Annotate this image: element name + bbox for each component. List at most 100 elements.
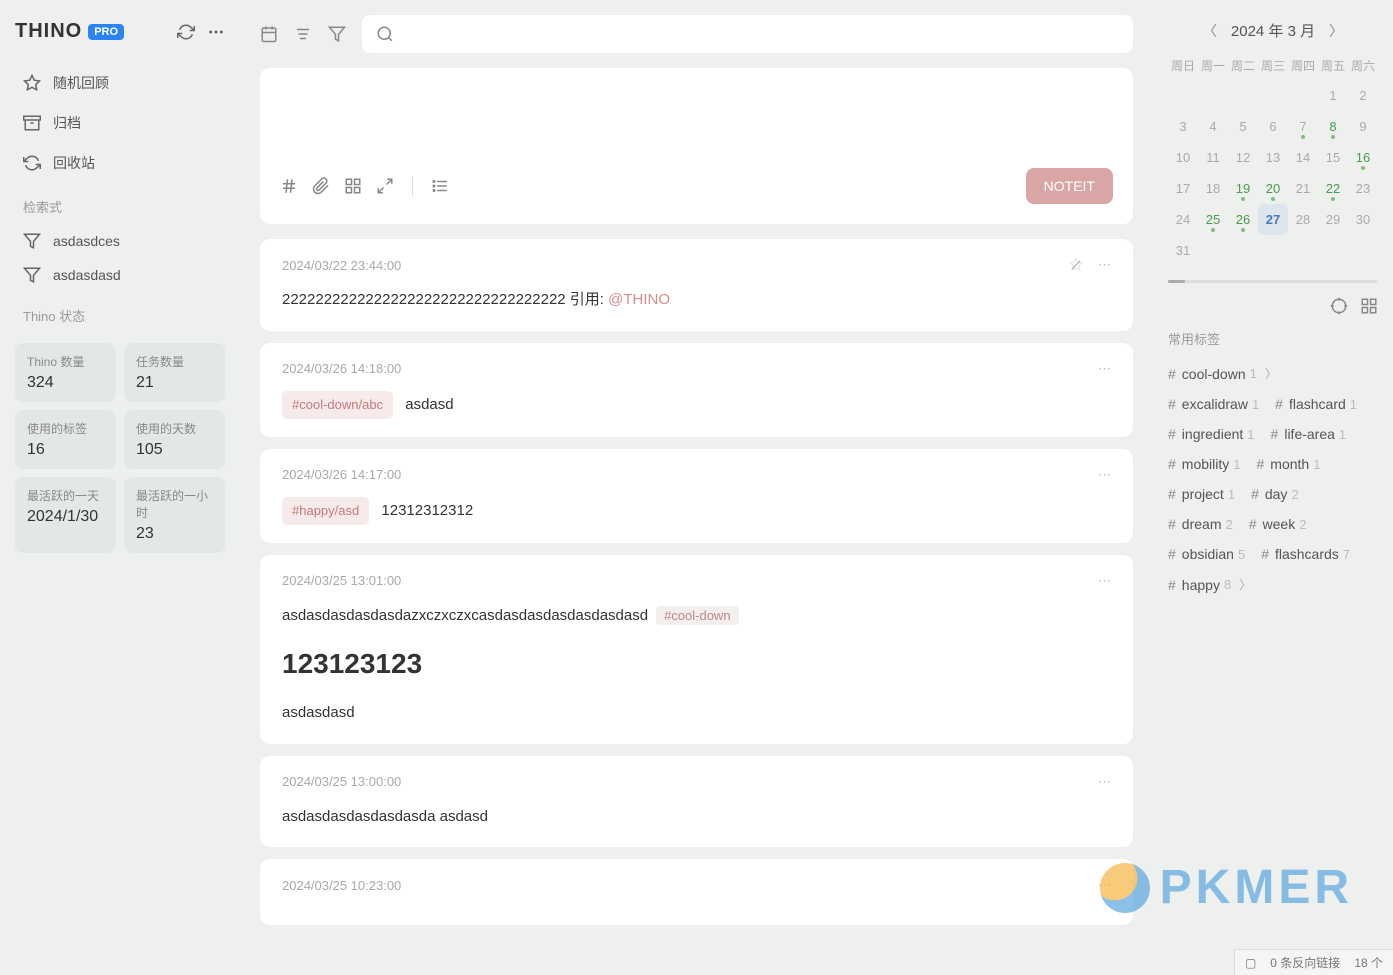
tag-item-flashcards[interactable]: #flashcards 7 bbox=[1261, 539, 1350, 569]
backlinks-count[interactable]: 0 条反向链接 bbox=[1270, 954, 1340, 971]
memo-more-icon[interactable]: ⋯ bbox=[1098, 257, 1111, 273]
calendar-icon[interactable] bbox=[260, 25, 278, 43]
memo-more-icon[interactable]: ⋯ bbox=[1098, 774, 1111, 790]
word-count[interactable]: 18 个 bbox=[1354, 954, 1383, 971]
cal-dow: 周四 bbox=[1288, 51, 1318, 80]
stat-label: 最活跃的一小时 bbox=[136, 487, 213, 521]
cal-day[interactable]: 2 bbox=[1348, 80, 1378, 111]
cal-day[interactable]: 8 bbox=[1318, 111, 1348, 142]
cal-day[interactable]: 21 bbox=[1288, 173, 1318, 204]
tag-item-mobility[interactable]: #mobility 1 bbox=[1168, 449, 1241, 479]
filter-label: asdasdces bbox=[53, 233, 120, 249]
cal-day[interactable]: 11 bbox=[1198, 142, 1228, 173]
cal-title: 2024 年 3 月 bbox=[1231, 20, 1315, 41]
cal-day[interactable]: 31 bbox=[1168, 235, 1198, 266]
cal-day[interactable]: 6 bbox=[1258, 111, 1288, 142]
tag-name: obsidian bbox=[1182, 546, 1234, 562]
cal-day[interactable]: 13 bbox=[1258, 142, 1288, 173]
filter-item-1[interactable]: asdasdasd bbox=[15, 258, 225, 292]
cal-day[interactable]: 29 bbox=[1318, 204, 1348, 235]
cal-day[interactable]: 25 bbox=[1198, 204, 1228, 235]
filter-item-0[interactable]: asdasdces bbox=[15, 224, 225, 258]
cal-day[interactable]: 10 bbox=[1168, 142, 1198, 173]
cal-day[interactable]: 26 bbox=[1228, 204, 1258, 235]
tag-chip[interactable]: #cool-down/abc bbox=[282, 391, 393, 419]
pin-icon[interactable] bbox=[1068, 257, 1084, 273]
editor-input[interactable] bbox=[280, 88, 1113, 148]
cal-day[interactable]: 22 bbox=[1318, 173, 1348, 204]
cal-day[interactable]: 24 bbox=[1168, 204, 1198, 235]
attach-icon[interactable] bbox=[312, 177, 330, 195]
cal-day[interactable]: 30 bbox=[1348, 204, 1378, 235]
tag-item-life-area[interactable]: #life-area 1 bbox=[1271, 419, 1347, 449]
mention[interactable]: @THINO bbox=[608, 291, 670, 308]
hash-icon[interactable] bbox=[280, 177, 298, 195]
tag-chip[interactable]: #happy/asd bbox=[282, 497, 369, 525]
list-icon[interactable] bbox=[294, 25, 312, 43]
tag-item-cool-down[interactable]: #cool-down 1〉 bbox=[1168, 358, 1277, 389]
cal-day[interactable]: 27 bbox=[1258, 204, 1288, 235]
tag-item-obsidian[interactable]: #obsidian 5 bbox=[1168, 539, 1245, 569]
memo-more-icon[interactable]: ⋯ bbox=[1098, 467, 1111, 483]
stat-value: 21 bbox=[136, 374, 213, 392]
tag-count: 7 bbox=[1343, 547, 1350, 562]
memo-more-icon[interactable]: ⋯ bbox=[1098, 877, 1111, 893]
more-icon[interactable] bbox=[207, 23, 225, 41]
tag-item-dream[interactable]: #dream 2 bbox=[1168, 509, 1233, 539]
search-icon bbox=[376, 25, 394, 43]
tag-chip[interactable]: #cool-down bbox=[656, 606, 739, 625]
tag-item-ingredient[interactable]: #ingredient 1 bbox=[1168, 419, 1255, 449]
cal-day[interactable]: 1 bbox=[1318, 80, 1348, 111]
cal-day[interactable]: 12 bbox=[1228, 142, 1258, 173]
cal-day[interactable]: 20 bbox=[1258, 173, 1288, 204]
cal-prev[interactable]: 〈 bbox=[1203, 21, 1217, 41]
nav-item-0[interactable]: 随机回顾 bbox=[15, 63, 225, 103]
cal-day[interactable]: 17 bbox=[1168, 173, 1198, 204]
cal-day[interactable]: 28 bbox=[1288, 204, 1318, 235]
cal-next[interactable]: 〉 bbox=[1329, 21, 1343, 41]
refresh-icon[interactable] bbox=[177, 23, 195, 41]
tag-count: 1 bbox=[1339, 427, 1346, 442]
grid-icon[interactable] bbox=[1360, 297, 1378, 315]
cal-day[interactable]: 14 bbox=[1288, 142, 1318, 173]
tag-name: day bbox=[1265, 486, 1288, 502]
filter-icon[interactable] bbox=[328, 25, 346, 43]
bullet-list-icon[interactable] bbox=[431, 177, 449, 195]
tag-item-happy[interactable]: #happy 8〉 bbox=[1168, 569, 1251, 600]
cal-day[interactable]: 16 bbox=[1348, 142, 1378, 173]
search-input[interactable] bbox=[362, 15, 1133, 53]
tag-item-day[interactable]: #day 2 bbox=[1251, 479, 1299, 509]
tag-item-flashcard[interactable]: #flashcard 1 bbox=[1275, 389, 1357, 419]
cal-progress bbox=[1168, 280, 1378, 283]
noteit-button[interactable]: NOTEIT bbox=[1026, 168, 1113, 204]
task-icon[interactable] bbox=[344, 177, 362, 195]
cal-day[interactable]: 9 bbox=[1348, 111, 1378, 142]
cal-day[interactable]: 3 bbox=[1168, 111, 1198, 142]
tag-item-excalidraw[interactable]: #excalidraw 1 bbox=[1168, 389, 1259, 419]
rightbar: 〈 2024 年 3 月 〉 周日周一周二周三周四周五周六12345678910… bbox=[1153, 0, 1393, 975]
expand-icon[interactable] bbox=[376, 177, 394, 195]
tag-count: 2 bbox=[1225, 517, 1232, 532]
brand: THINO PRO bbox=[15, 20, 225, 43]
cal-day[interactable]: 5 bbox=[1228, 111, 1258, 142]
cal-day[interactable]: 4 bbox=[1198, 111, 1228, 142]
tag-item-project[interactable]: #project 1 bbox=[1168, 479, 1235, 509]
cal-day[interactable]: 18 bbox=[1198, 173, 1228, 204]
cal-day[interactable]: 19 bbox=[1228, 173, 1258, 204]
hash-icon: # bbox=[1168, 486, 1176, 502]
memo-text: #cool-down/abc asdasd bbox=[282, 391, 1111, 419]
tag-item-month[interactable]: #month 1 bbox=[1257, 449, 1321, 479]
cal-day[interactable]: 7 bbox=[1288, 111, 1318, 142]
tag-item-week[interactable]: #week 2 bbox=[1249, 509, 1307, 539]
tag-name: dream bbox=[1182, 516, 1222, 532]
memo-more-icon[interactable]: ⋯ bbox=[1098, 361, 1111, 377]
nav-item-1[interactable]: 归档 bbox=[15, 103, 225, 143]
memo-time: 2024/03/25 10:23:00 bbox=[282, 878, 401, 893]
tag-name: flashcard bbox=[1289, 396, 1346, 412]
target-icon[interactable] bbox=[1330, 297, 1348, 315]
memo-more-icon[interactable]: ⋯ bbox=[1098, 573, 1111, 589]
memo-time: 2024/03/22 23:44:00 bbox=[282, 258, 401, 273]
cal-day[interactable]: 15 bbox=[1318, 142, 1348, 173]
nav-item-2[interactable]: 回收站 bbox=[15, 143, 225, 183]
cal-day[interactable]: 23 bbox=[1348, 173, 1378, 204]
